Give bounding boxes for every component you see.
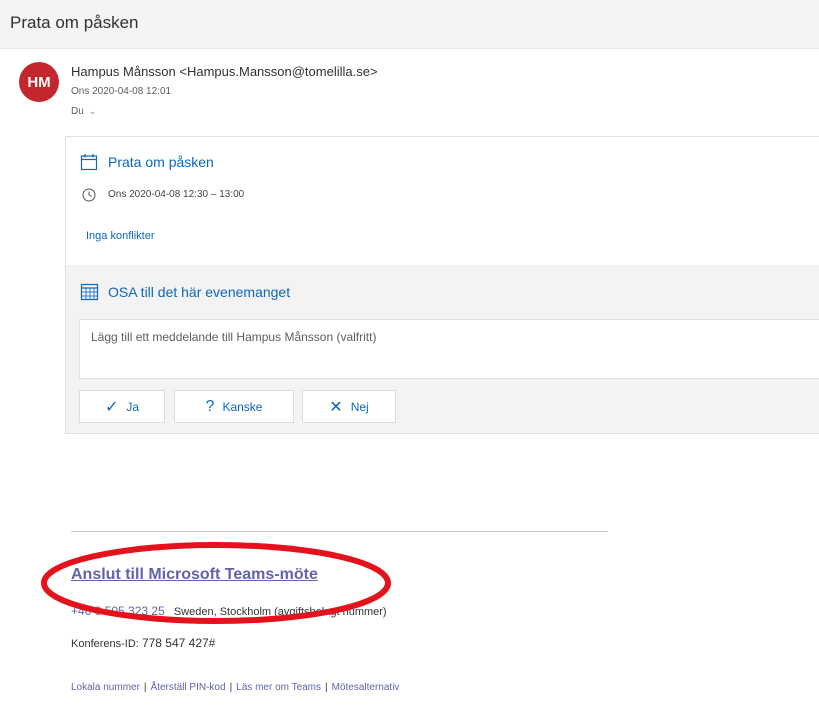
accept-label: Ja <box>126 399 140 414</box>
phone-number-link[interactable]: +46 8 505 323 25 <box>71 604 165 618</box>
event-time: Ons 2020-04-08 12:30 – 13:00 <box>108 189 245 200</box>
decline-label: Nej <box>350 399 369 414</box>
rsvp-title: OSA till det här evenemanget <box>108 284 291 300</box>
decline-button[interactable]: ✕ Nej <box>302 390 396 423</box>
event-title[interactable]: Prata om påsken <box>108 154 214 170</box>
clock-icon <box>82 188 96 202</box>
calendar-grid-icon <box>80 283 99 301</box>
conference-id: Konferens-ID: 778 547 427# <box>71 636 215 650</box>
conflicts-link[interactable]: Inga konflikter <box>86 230 154 242</box>
sent-date: Ons 2020-04-08 12:01 <box>71 86 172 97</box>
join-teams-link[interactable]: Anslut till Microsoft Teams-möte <box>71 566 318 584</box>
phone-description: Sweden, Stockholm (avgiftsbelagt nummer) <box>173 606 387 618</box>
divider <box>71 531 608 532</box>
sender-avatar[interactable]: HM <box>19 62 59 102</box>
tentative-label: Kanske <box>222 399 263 414</box>
conference-value: 778 547 427# <box>141 636 216 650</box>
tentative-button[interactable]: ? Kanske <box>174 390 294 423</box>
question-icon: ? <box>205 397 215 415</box>
sender-name[interactable]: Hampus Månsson <Hampus.Mansson@tomelilla… <box>71 64 378 79</box>
close-icon: ✕ <box>329 398 343 416</box>
meeting-card: Prata om påsken Ons 2020-04-08 12:30 – 1… <box>65 136 819 434</box>
email-subject: Prata om påsken <box>10 13 139 32</box>
rsvp-message-input[interactable]: Lägg till ett meddelande till Hampus Mån… <box>79 319 819 379</box>
recipient-name: Du <box>71 106 84 117</box>
recipient-line[interactable]: Du ⌄ <box>71 106 96 117</box>
meeting-options-link[interactable]: Mötesalternativ <box>332 682 400 693</box>
local-numbers-link[interactable]: Lokala nummer <box>71 682 140 693</box>
calendar-icon <box>80 154 98 171</box>
learn-teams-link[interactable]: Läs mer om Teams <box>236 682 321 693</box>
dial-in-line: +46 8 505 323 25 Sweden, Stockholm (avgi… <box>71 604 387 618</box>
checkmark-icon: ✓ <box>104 398 119 416</box>
conference-label: Konferens-ID: <box>71 638 139 650</box>
chevron-down-icon[interactable]: ⌄ <box>89 106 97 116</box>
accept-button[interactable]: ✓ Ja <box>79 390 165 423</box>
teams-links: Lokala nummer | Återställ PIN-kod | Läs mer … <box>71 682 400 693</box>
reset-pin-link[interactable]: Återställ PIN-kod <box>151 682 226 693</box>
subject-bar: Prata om påsken <box>0 0 819 49</box>
